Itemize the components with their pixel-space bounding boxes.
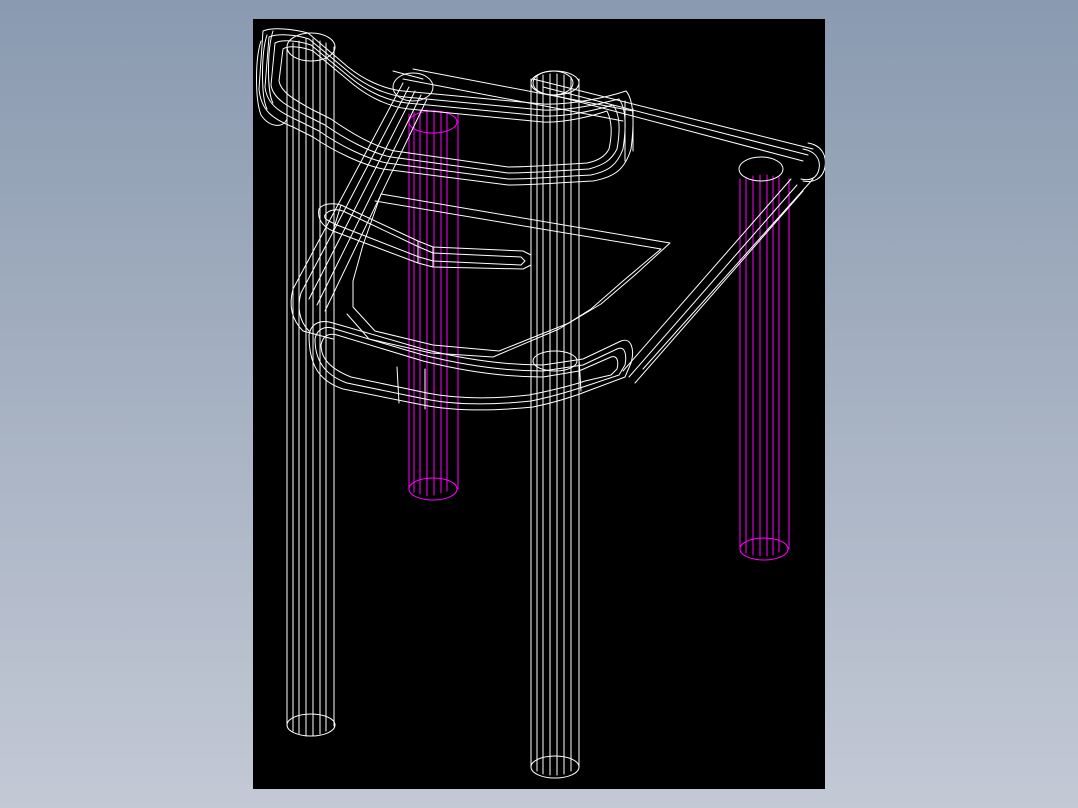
front-leg-left bbox=[256, 30, 336, 737]
lower-front-rail bbox=[308, 321, 634, 411]
back-top-rail bbox=[258, 28, 825, 186]
cad-viewport[interactable] bbox=[253, 19, 825, 789]
rear-leg-left bbox=[408, 109, 459, 501]
seat-panel bbox=[346, 193, 671, 358]
chair-wireframe-drawing bbox=[256, 28, 825, 779]
side-braces bbox=[290, 82, 814, 384]
